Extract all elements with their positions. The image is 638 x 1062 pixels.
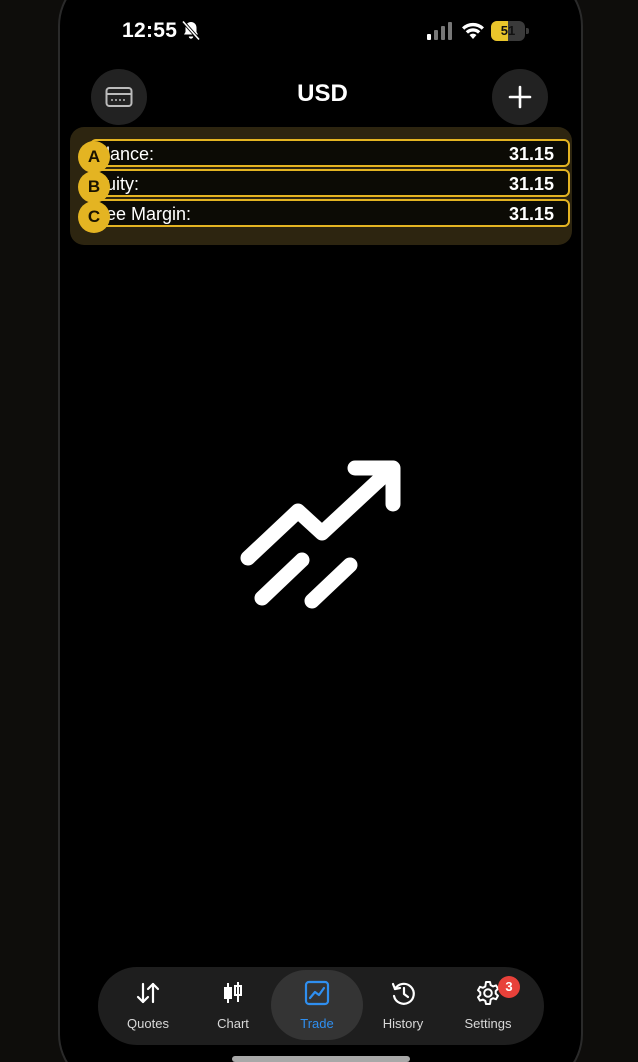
line-chart-icon: [304, 980, 330, 1006]
settings-notification-badge: 3: [498, 976, 520, 998]
annotation-marker-a: A: [78, 141, 110, 173]
battery-level: 51: [500, 23, 516, 38]
account-button[interactable]: [91, 69, 147, 125]
clock-history-icon: [391, 982, 415, 1005]
add-button[interactable]: [492, 69, 548, 125]
tab-trade[interactable]: Trade: [274, 967, 360, 1045]
up-down-arrows-icon: [136, 982, 160, 1004]
annotation-marker-c: C: [78, 201, 110, 233]
page-title: USD: [297, 80, 348, 107]
balance-value: 31.15: [508, 144, 554, 164]
wifi-icon: [462, 22, 484, 39]
home-indicator: [232, 1056, 410, 1062]
candlestick-icon: [224, 982, 242, 1003]
balance-label: lance:: [106, 144, 155, 164]
tab-quotes-label: Quotes: [127, 1016, 169, 1031]
equity-label: uity:: [106, 174, 140, 194]
tab-settings-label: Settings: [464, 1016, 512, 1031]
cellular-signal-icon: [427, 22, 452, 40]
tab-chart-label: Chart: [217, 1016, 249, 1031]
plus-icon: [508, 85, 532, 109]
trend-up-arrow-icon: [240, 460, 401, 609]
free-margin-label: ee Margin:: [106, 204, 192, 224]
tab-trade-label: Trade: [300, 1016, 334, 1031]
bell-slash-icon: [181, 20, 201, 41]
free-margin-row: ee Margin: 31.15: [90, 199, 570, 227]
tab-history[interactable]: History: [360, 967, 446, 1045]
phone-screen: 12:55 51 USD lance: 31.15 uity: 31.15 ee…: [58, 0, 583, 1062]
tab-chart[interactable]: Chart: [190, 967, 276, 1045]
account-summary-panel: lance: 31.15 uity: 31.15 ee Margin: 31.1…: [70, 127, 572, 245]
tab-settings[interactable]: 3 Settings: [445, 967, 531, 1045]
battery-icon: 51: [491, 21, 529, 41]
equity-value: 31.15: [508, 174, 554, 194]
balance-row: lance: 31.15: [90, 139, 570, 167]
annotation-marker-b: B: [78, 171, 110, 203]
equity-row: uity: 31.15: [90, 169, 570, 197]
free-margin-value: 31.15: [508, 204, 554, 224]
status-time: 12:55: [122, 19, 178, 42]
tab-bar: Quotes Chart Trade History 3 Settings: [98, 967, 544, 1045]
tab-quotes[interactable]: Quotes: [105, 967, 191, 1045]
tab-history-label: History: [382, 1016, 424, 1031]
gear-icon: [477, 981, 499, 1005]
account-card-icon: [105, 87, 133, 107]
